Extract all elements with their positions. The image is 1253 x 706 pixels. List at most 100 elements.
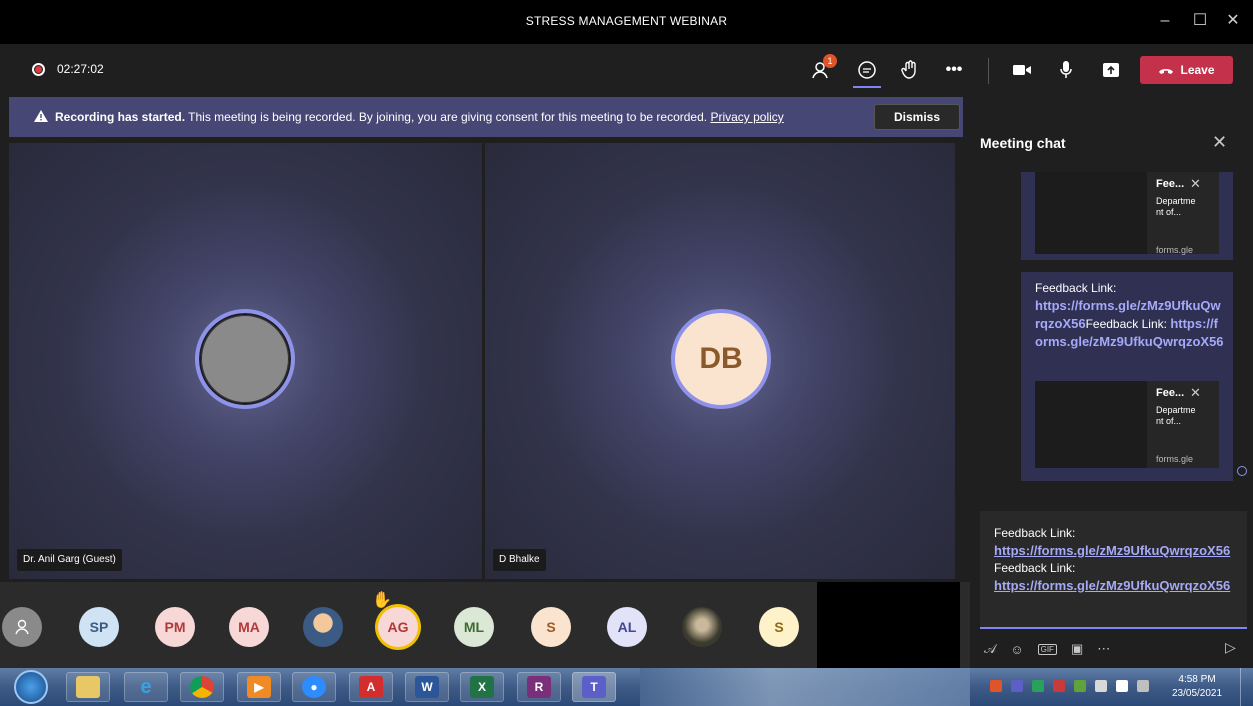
recording-banner-text: This meeting is being recorded. By joini…	[188, 110, 708, 124]
link-preview-subtitle: Departme nt of...	[1156, 405, 1196, 426]
media-player-icon[interactable]: ▶	[237, 672, 281, 702]
leave-button[interactable]: Leave	[1140, 56, 1233, 84]
participants-count-badge: 1	[823, 54, 837, 68]
hand-icon	[901, 60, 916, 79]
participant-avatar[interactable]: SP	[79, 607, 119, 647]
acrobat-icon[interactable]: A	[349, 672, 393, 702]
signal-icon[interactable]	[1137, 680, 1149, 692]
participants-button[interactable]: 1	[809, 54, 837, 84]
tray-quickheal-icon[interactable]	[1032, 680, 1044, 692]
chat-message: Fee... ✕ Departme nt of... forms.gle	[1021, 172, 1233, 260]
participant-avatar-large	[195, 309, 295, 409]
clock-date: 23/05/2021	[1172, 688, 1223, 699]
link-preview-domain: forms.gle	[1156, 454, 1194, 464]
sticker-icon[interactable]: ▣	[1071, 641, 1083, 657]
compose-link[interactable]: https://forms.gle/zMz9UfkuQwrqzoX56	[994, 578, 1230, 593]
phone-hangup-icon	[1159, 69, 1174, 74]
more-options-icon[interactable]: •••	[940, 56, 968, 84]
link-preview-domain: forms.gle	[1156, 245, 1194, 255]
link-preview-title: Fee...	[1156, 387, 1185, 399]
recording-indicator-icon	[32, 63, 45, 76]
chat-icon	[858, 61, 876, 79]
file-explorer-icon[interactable]	[66, 672, 110, 702]
video-tile-d-bhalke[interactable]: DB D Bhalke	[485, 143, 955, 579]
chrome-icon[interactable]	[180, 672, 224, 702]
close-preview-icon[interactable]: ✕	[1190, 176, 1201, 192]
volume-icon[interactable]	[1095, 680, 1107, 692]
video-tile-anil-garg[interactable]: Dr. Anil Garg (Guest)	[9, 143, 482, 579]
chat-message: Feedback Link: https://forms.gle/zMz9Ufk…	[1021, 272, 1233, 481]
participant-avatar[interactable]: AG	[378, 607, 418, 647]
link-preview-card[interactable]: Fee... ✕ Departme nt of... forms.gle	[1035, 381, 1219, 468]
window-title: STRESS MANAGEMENT WEBINAR	[525, 14, 728, 28]
close-preview-icon[interactable]: ✕	[1190, 385, 1201, 401]
battery-icon[interactable]	[1116, 680, 1128, 692]
tray-flag-icon[interactable]	[1053, 680, 1065, 692]
chat-active-indicator	[853, 86, 881, 88]
share-screen-button[interactable]	[1097, 56, 1125, 84]
camera-button[interactable]	[1008, 56, 1036, 84]
meeting-controls-bar: 02:27:02 1 •••	[0, 44, 1253, 94]
close-window-icon[interactable]: ✕	[1218, 8, 1248, 34]
teams-icon[interactable]: T	[572, 672, 616, 702]
self-video-preview	[817, 582, 960, 668]
warning-icon	[34, 110, 48, 125]
clock-time: 4:58 PM	[1178, 674, 1216, 685]
taskbar-clock[interactable]: 4:58 PM 23/05/2021	[1172, 673, 1222, 701]
participant-photo-avatar[interactable]	[303, 607, 343, 647]
person-icon	[15, 619, 29, 635]
tray-app-icon[interactable]	[990, 680, 1002, 692]
gif-icon[interactable]: GIF	[1037, 643, 1057, 655]
chat-button[interactable]	[853, 56, 881, 84]
participant-name-label: D Bhalke	[493, 549, 546, 571]
send-icon[interactable]: ▷	[1225, 639, 1236, 656]
message-label: Feedback Link:	[1035, 281, 1117, 295]
tray-network-icon[interactable]	[1074, 680, 1086, 692]
show-desktop-button[interactable]	[1240, 668, 1253, 706]
format-icon[interactable]: 𝒜	[984, 641, 996, 657]
participant-avatar-large: DB	[671, 309, 771, 409]
microphone-button[interactable]	[1052, 56, 1080, 84]
participant-avatar[interactable]: ML	[454, 607, 494, 647]
taskbar-background	[640, 668, 970, 706]
participant-name-label: Dr. Anil Garg (Guest)	[17, 549, 122, 571]
participant-avatar[interactable]: MA	[229, 607, 269, 647]
minimize-icon[interactable]: –	[1150, 8, 1180, 34]
raise-hand-button[interactable]	[896, 56, 924, 84]
participant-avatar[interactable]	[2, 607, 42, 647]
divider	[988, 58, 989, 84]
zoom-icon[interactable]: ●	[292, 672, 336, 702]
excel-icon[interactable]: X	[460, 672, 504, 702]
message-sent-check-icon	[1237, 466, 1247, 476]
link-preview-title: Fee...	[1156, 178, 1185, 190]
winrar-icon[interactable]: R	[517, 672, 561, 702]
start-button-icon[interactable]	[14, 670, 48, 704]
dismiss-button[interactable]: Dismiss	[874, 104, 960, 130]
link-preview-thumbnail	[1035, 381, 1147, 468]
more-compose-icon[interactable]: ⋯	[1097, 641, 1110, 657]
chat-compose-box[interactable]: Feedback Link: https://forms.gle/zMz9Ufk…	[980, 511, 1247, 629]
privacy-policy-link[interactable]: Privacy policy	[710, 110, 783, 124]
emoji-icon[interactable]: ☺	[1010, 642, 1023, 657]
compose-link[interactable]: https://forms.gle/zMz9UfkuQwrqzoX56	[994, 543, 1230, 558]
compose-label: Feedback Link:	[994, 561, 1076, 575]
leave-label: Leave	[1180, 63, 1215, 77]
maximize-icon[interactable]: ☐	[1185, 8, 1215, 34]
participant-avatar[interactable]: AL	[607, 607, 647, 647]
tray-teams-icon[interactable]	[1011, 680, 1023, 692]
microphone-icon	[1060, 61, 1072, 78]
word-icon[interactable]: W	[405, 672, 449, 702]
participant-avatar[interactable]: PM	[155, 607, 195, 647]
participant-photo-avatar[interactable]	[682, 607, 722, 647]
link-preview-thumbnail	[1035, 172, 1147, 254]
internet-explorer-icon[interactable]: e	[124, 672, 168, 702]
link-preview-card[interactable]: Fee... ✕ Departme nt of... forms.gle	[1035, 172, 1219, 255]
video-camera-icon	[1013, 65, 1031, 75]
meeting-timer: 02:27:02	[57, 62, 104, 76]
chat-message-text: Feedback Link: https://forms.gle/zMz9Ufk…	[1035, 280, 1225, 351]
participant-avatar[interactable]: S	[531, 607, 571, 647]
close-chat-icon[interactable]: ✕	[1212, 132, 1227, 153]
meeting-chat-panel: Meeting chat ✕ Fee... ✕ Departme nt of..…	[970, 94, 1253, 668]
participant-avatar[interactable]: S	[759, 607, 799, 647]
recording-banner: Recording has started. This meeting is b…	[9, 97, 963, 137]
